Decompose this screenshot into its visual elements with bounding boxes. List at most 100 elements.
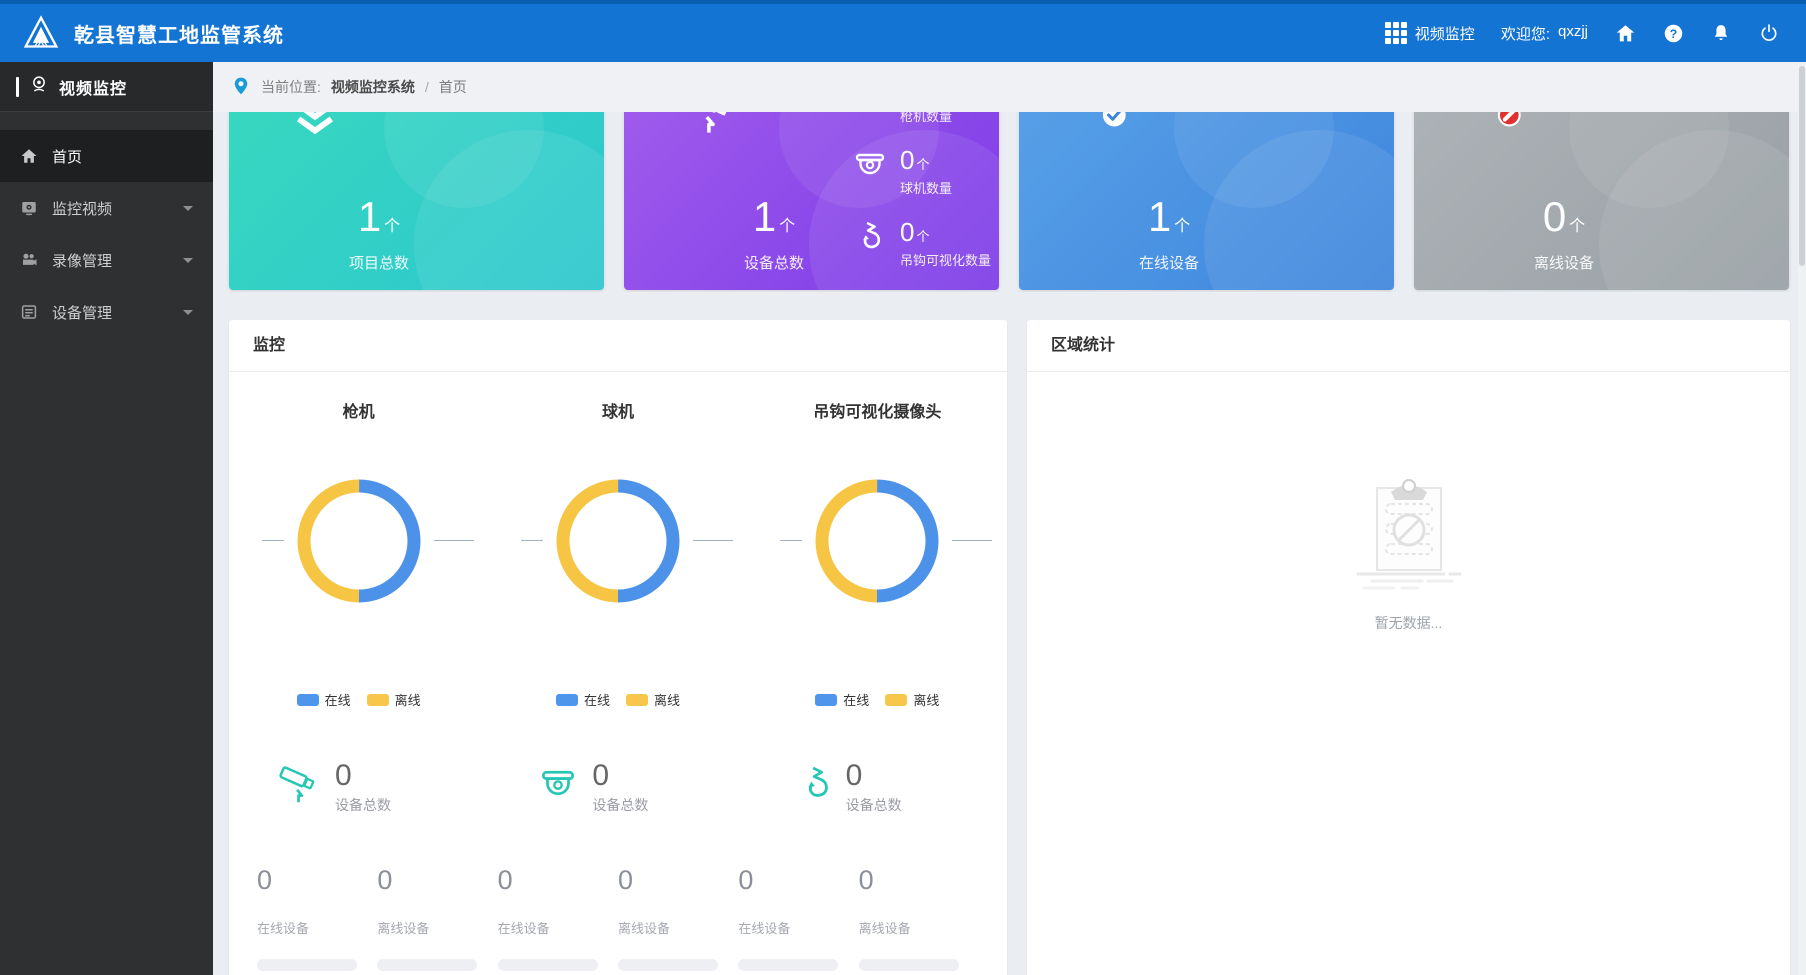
card-label: 在线设备 [1019,252,1319,273]
app-window: 乾县智慧工地监管系统 视频监控 欢迎您: qxzjj ? [0,0,1806,975]
progress-bar [257,959,357,971]
help-icon[interactable]: ? [1662,22,1684,44]
sidebar: 视频监控 首页 [0,62,213,975]
stat-card-devices: 1个 设备总数 枪机数量 [624,112,999,290]
sidebar-menu: 首页 监控视频 [0,112,213,338]
chart-col-gun: 枪机 [229,372,488,815]
region-stats-panel: 区域统计 [1027,320,1790,975]
breadcrumb-prefix: 当前位置: [261,77,321,97]
card-value: 0个 [1414,196,1714,238]
legend-offline[interactable]: 离线 [367,690,421,709]
donut-chart-gun [284,466,434,616]
bullet-camera-icon [682,112,740,147]
sidebar-item-label: 监控视频 [52,198,112,219]
sidebar-item-label: 设备管理 [52,302,112,323]
crane-hook-icon [852,220,888,263]
notification-bell-icon[interactable] [1710,22,1732,44]
sidebar-item-devices[interactable]: 设备管理 [0,286,213,338]
sub-stat-dome-camera: 0个 球机数量 [852,146,999,218]
empty-state: 暂无数据... [1027,372,1790,975]
card-label: 离线设备 [1414,252,1714,273]
sidebar-item-recording[interactable]: 录像管理 [0,234,213,286]
username: qxzjj [1558,23,1588,44]
chart-legend: 在线 离线 [815,690,939,709]
svg-text:?: ? [1669,26,1676,40]
crane-hook-icon [796,764,834,813]
progress-bar [377,959,477,971]
label-line-right [434,540,474,541]
chevrons-down-icon [287,112,343,145]
stat-card-projects: 1个 项目总数 [229,112,604,290]
legend-swatch-online [815,694,837,706]
donut-chart-dome [543,466,693,616]
video-camera-icon [20,251,38,269]
sidebar-item-label: 首页 [52,146,82,167]
label-line-left [780,540,802,541]
chevron-down-icon [183,206,193,211]
progress-bar [859,959,959,971]
power-logout-icon[interactable] [1758,22,1780,44]
progress-bar [618,959,718,971]
top-header: 乾县智慧工地监管系统 视频监控 欢迎您: qxzjj ? [0,0,1806,62]
label-line-left [262,540,284,541]
home-icon[interactable] [1614,22,1636,44]
sidebar-item-monitor-video[interactable]: 监控视频 [0,182,213,234]
region-panel-title: 区域统计 [1027,320,1790,372]
stat-dome-offline: 0 离线设备 [618,865,738,971]
legend-offline[interactable]: 离线 [885,690,939,709]
legend-swatch-offline [626,694,648,706]
stat-hook-online: 0 在线设备 [738,865,858,971]
legend-offline[interactable]: 离线 [626,690,680,709]
app-title: 乾县智慧工地监管系统 [74,19,284,48]
sub-stat-hook-camera: 0个 吊钩可视化数量 [852,218,999,290]
progress-bar [738,959,838,971]
card-label: 项目总数 [229,252,529,273]
legend-swatch-offline [885,694,907,706]
device-total: 0 设备总数 [796,761,902,815]
breadcrumb-root[interactable]: 视频监控系统 [331,77,415,97]
legend-online[interactable]: 在线 [297,690,351,709]
stat-hook-offline: 0 离线设备 [859,865,979,971]
donut-chart-hook [802,466,952,616]
nav-video-monitor[interactable]: 视频监控 [1385,22,1475,44]
stat-gun-offline: 0 离线设备 [377,865,497,971]
bottom-device-stats: 0 在线设备 0 离线设备 0 在线设备 [229,865,1007,971]
chart-title: 吊钩可视化摄像头 [813,398,941,422]
legend-swatch-online [297,694,319,706]
welcome-label: 欢迎您: [1501,23,1550,44]
breadcrumb-current[interactable]: 首页 [439,77,467,97]
webcam-icon [29,74,49,99]
chart-title: 枪机 [343,398,375,422]
chart-legend: 在线 离线 [297,690,421,709]
device-total: 0 设备总数 [277,761,391,815]
stat-card-offline: 0个 离线设备 [1414,112,1789,290]
sidebar-item-home[interactable]: 首页 [0,130,213,182]
legend-online[interactable]: 在线 [815,690,869,709]
sidebar-header-label: 视频监控 [59,75,127,99]
label-line-left [521,540,543,541]
app-logo-icon [22,14,60,52]
monitor-panel-title: 监控 [229,320,1007,372]
stat-dome-online: 0 在线设备 [498,865,618,971]
breadcrumb: 当前位置: 视频监控系统 / 首页 [213,62,1806,112]
house-icon [20,147,38,165]
stat-cards-strip: 1个 项目总数 [213,112,1806,292]
apps-grid-icon [1385,22,1407,44]
breadcrumb-separator: / [425,79,429,95]
chevron-down-icon [183,258,193,263]
dome-camera-icon [852,148,888,189]
label-line-right [693,540,733,541]
vertical-scrollbar[interactable] [1798,62,1806,975]
sidebar-item-label: 录像管理 [52,250,112,271]
scrollbar-thumb[interactable] [1799,66,1805,266]
sidebar-header-bar [16,77,19,97]
chevron-down-icon [183,310,193,315]
camera-offline-icon [1472,112,1530,147]
monitor-panel: 监控 枪机 [229,320,1007,975]
legend-online[interactable]: 在线 [556,690,610,709]
device-list-icon [20,303,38,321]
card-value: 1个 [229,196,529,238]
dome-camera-icon [536,764,580,813]
no-data-clipboard-icon [1344,470,1474,595]
stat-gun-online: 0 在线设备 [257,865,377,971]
